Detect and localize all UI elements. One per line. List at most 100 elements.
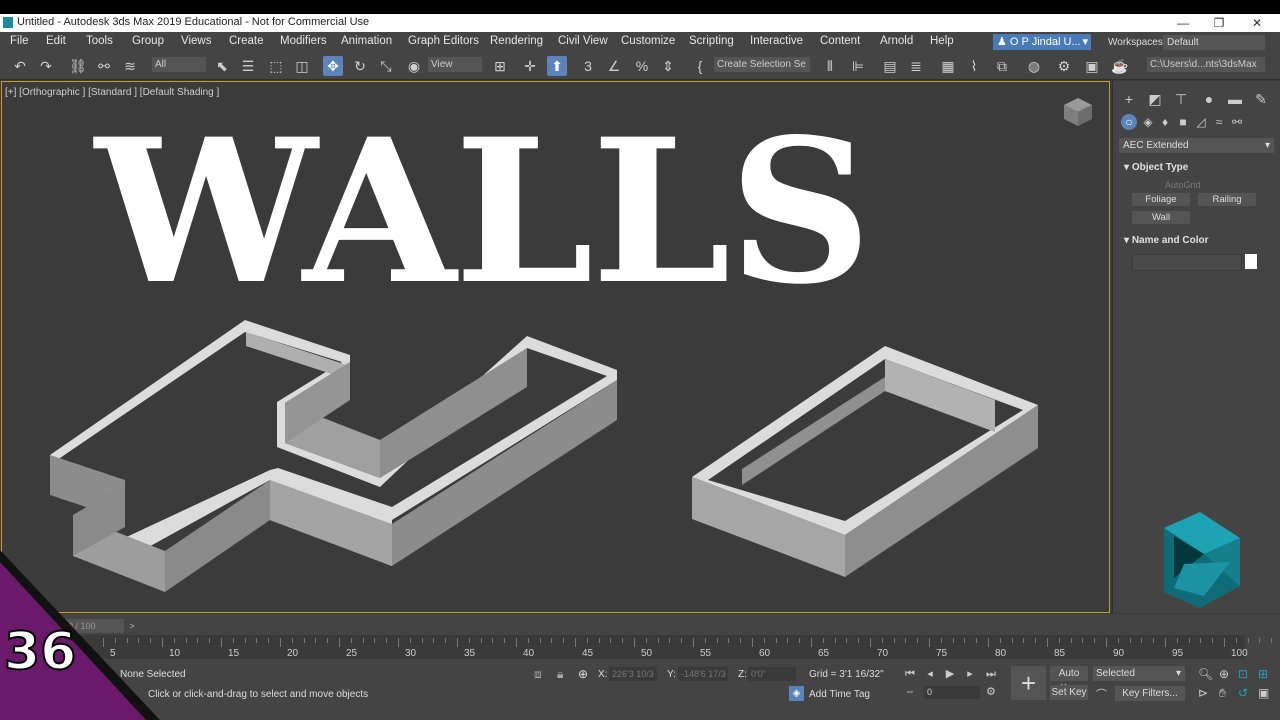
- tick-mark: [350, 638, 352, 643]
- tick-mark: [1259, 638, 1261, 643]
- tick-label: 35: [464, 648, 476, 659]
- key-filters-button[interactable]: Key Filters...: [1115, 686, 1185, 701]
- project-folder-path[interactable]: C:\Users\d...nts\3dsMax: [1147, 57, 1265, 72]
- field-of-view-icon[interactable]: ⊳: [1198, 686, 1208, 700]
- geometry-icon[interactable]: ○: [1121, 114, 1137, 130]
- object-type-title-text: Object Type: [1131, 162, 1189, 173]
- tick-mark: [775, 638, 777, 643]
- tick-mark: [929, 638, 930, 647]
- tick-mark: [197, 638, 199, 643]
- tick-mark: [799, 638, 801, 643]
- orbit-icon[interactable]: ↺: [1238, 686, 1248, 700]
- tick-mark: [1070, 638, 1072, 643]
- next-frame-icon[interactable]: ▸: [962, 666, 978, 682]
- render-production-icon[interactable]: ☕: [1110, 56, 1130, 76]
- zoom-icon[interactable]: 🔍︎: [1198, 667, 1213, 681]
- zoom-extents-all-icon[interactable]: ⊞: [1258, 667, 1268, 681]
- tick-label: 65: [818, 648, 830, 659]
- absolute-mode-icon[interactable]: ⊕: [578, 667, 588, 681]
- y-coordinate-field[interactable]: -148'6 17/3: [678, 667, 728, 681]
- foliage-button[interactable]: Foliage: [1132, 193, 1190, 206]
- tick-mark: [1106, 638, 1107, 647]
- z-label: Z:: [738, 669, 747, 680]
- minimize-button[interactable]: —: [1168, 15, 1198, 31]
- object-type-rollout-title[interactable]: ▾ Object Type: [1124, 162, 1188, 173]
- wall-button[interactable]: Wall: [1132, 211, 1190, 224]
- z-coordinate-field[interactable]: 0'0": [748, 667, 796, 681]
- time-configuration-icon[interactable]: ⚙: [986, 685, 996, 698]
- shapes-icon[interactable]: ◈: [1140, 114, 1156, 130]
- display-tab-icon[interactable]: ▬: [1225, 89, 1245, 109]
- current-frame-field[interactable]: 0: [924, 686, 980, 699]
- selection-lock-icon[interactable]: 🔒︎: [557, 667, 563, 682]
- tick-mark: [1094, 638, 1096, 643]
- spacewarps-icon[interactable]: ≈: [1211, 114, 1227, 130]
- x-coordinate-field[interactable]: 226'3 10/3: [609, 667, 657, 681]
- tick-label: 45: [582, 648, 594, 659]
- lights-icon[interactable]: ♦: [1157, 114, 1173, 130]
- close-button[interactable]: ✕: [1242, 15, 1272, 31]
- tick-label: 90: [1113, 648, 1125, 659]
- 3ds-max-logo: [1164, 512, 1240, 608]
- play-icon[interactable]: ▶: [942, 666, 958, 682]
- tick-label: 75: [936, 648, 948, 659]
- default-in-out-tangent-icon[interactable]: ⌒: [1096, 686, 1107, 702]
- tick-mark: [1141, 638, 1143, 643]
- tick-mark: [1023, 638, 1025, 643]
- tick-mark: [622, 638, 624, 643]
- go-to-start-icon[interactable]: ⏮: [902, 666, 918, 682]
- tick-mark: [610, 638, 612, 643]
- tick-mark: [1011, 638, 1013, 643]
- name-and-color-rollout-title[interactable]: ▾ Name and Color: [1124, 235, 1209, 246]
- previous-frame-icon[interactable]: ◂: [922, 666, 938, 682]
- cameras-icon[interactable]: ■: [1175, 114, 1191, 130]
- zoom-extents-icon[interactable]: ⊡: [1238, 667, 1248, 681]
- create-tab-icon[interactable]: +: [1119, 89, 1139, 109]
- tick-mark: [173, 638, 175, 643]
- tick-mark: [339, 638, 340, 647]
- hierarchy-tab-icon[interactable]: ⊤: [1171, 89, 1191, 109]
- maximize-button[interactable]: ❐: [1204, 15, 1234, 31]
- tick-mark: [728, 638, 730, 643]
- utilities-tab-icon[interactable]: ✎: [1251, 89, 1271, 109]
- tick-mark: [645, 638, 647, 643]
- auto-key-button[interactable]: Auto Key: [1050, 666, 1088, 694]
- isolate-selection-icon[interactable]: ⧈: [534, 667, 542, 682]
- key-selection-select[interactable]: Selected ▾: [1093, 666, 1185, 681]
- set-key-button[interactable]: Set Key: [1050, 685, 1088, 700]
- railing-button[interactable]: Railing: [1198, 193, 1256, 206]
- viewcube-icon[interactable]: [1062, 96, 1094, 128]
- tick-mark: [468, 638, 470, 643]
- tick-mark: [1247, 638, 1249, 643]
- tick-mark: [669, 638, 671, 643]
- helpers-icon[interactable]: ◿: [1193, 114, 1209, 130]
- tick-mark: [1176, 638, 1178, 643]
- y-label: Y:: [667, 669, 676, 680]
- time-tag-icon[interactable]: ◈: [789, 686, 804, 701]
- tick-mark: [834, 638, 836, 643]
- zoom-all-icon[interactable]: ⊕: [1219, 667, 1229, 681]
- set-keys-icon[interactable]: +: [1011, 666, 1046, 700]
- systems-icon[interactable]: ⚯: [1229, 114, 1245, 130]
- tick-mark: [1058, 638, 1060, 643]
- object-category-select[interactable]: AEC Extended ▾: [1119, 138, 1274, 153]
- object-color-swatch[interactable]: [1245, 254, 1257, 269]
- object-name-field[interactable]: [1132, 254, 1242, 271]
- workspaces-select[interactable]: Default: [1163, 35, 1265, 50]
- tick-mark: [787, 638, 789, 643]
- modify-tab-icon[interactable]: ◩: [1145, 89, 1165, 109]
- motion-tab-icon[interactable]: ●: [1199, 89, 1219, 109]
- tick-mark: [952, 638, 954, 643]
- add-time-tag[interactable]: Add Time Tag: [809, 689, 870, 700]
- maximize-viewport-icon[interactable]: ▣: [1258, 686, 1269, 700]
- wall-shape-right[interactable]: [692, 346, 1038, 577]
- pan-view-icon[interactable]: ✋︎: [1219, 686, 1226, 701]
- go-to-end-icon[interactable]: ⏭: [983, 666, 999, 682]
- tick-mark: [398, 638, 399, 647]
- autogrid-checkbox[interactable]: AutoGrid: [1165, 180, 1201, 190]
- tick-mark: [988, 638, 989, 647]
- tick-mark: [811, 638, 812, 647]
- tick-label: 95: [1172, 648, 1184, 659]
- tick-label: 30: [405, 648, 417, 659]
- key-mode-icon[interactable]: ⇔: [905, 686, 915, 697]
